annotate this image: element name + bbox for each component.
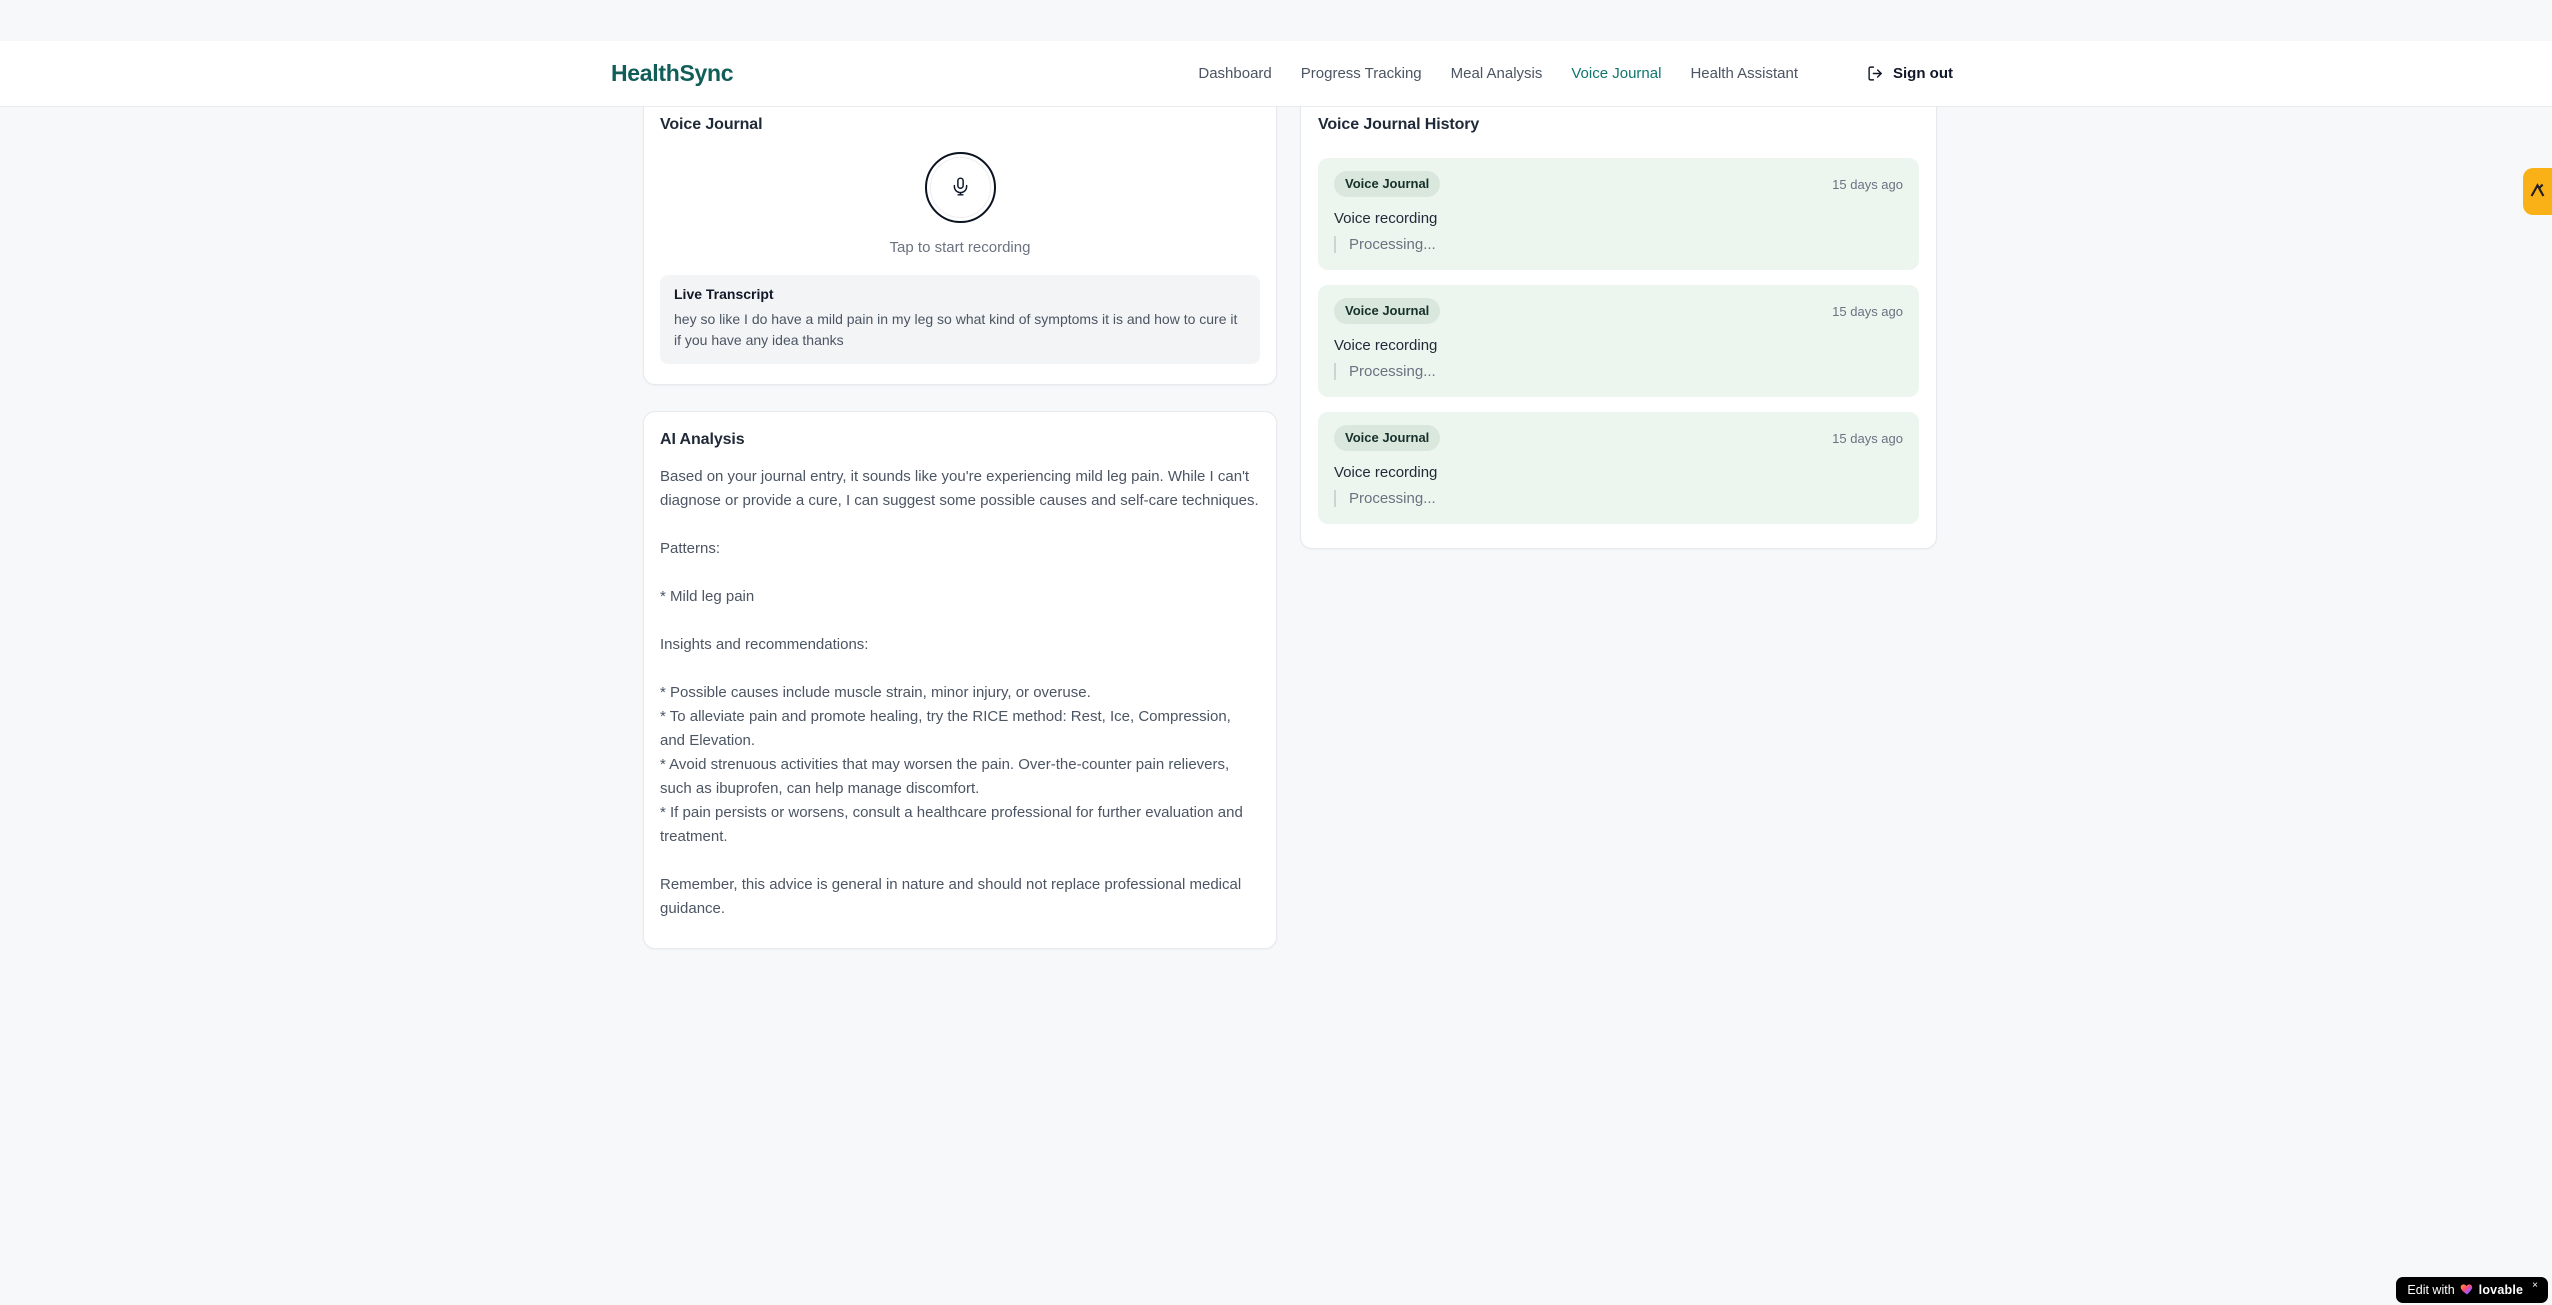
recorder-card-title: Voice Journal [660, 116, 763, 133]
ai-paragraph: Insights and recommendations: [660, 636, 869, 653]
recorder-card: Voice Journal Tap to start recording Liv… [643, 96, 1277, 385]
lovable-brand: lovable [2478, 1283, 2524, 1297]
history-item[interactable]: Voice Journal 15 days ago Voice recordin… [1318, 412, 1919, 524]
lovable-prefix: Edit with [2407, 1283, 2455, 1297]
history-item-badge: Voice Journal [1334, 298, 1441, 324]
recorder-area: Tap to start recording [660, 152, 1260, 256]
header-inner: HealthSync Dashboard Progress Tracking M… [0, 60, 2552, 87]
main-nav: Dashboard Progress Tracking Meal Analysi… [1198, 65, 1953, 82]
history-item-badge: Voice Journal [1334, 171, 1441, 197]
nav-progress-tracking[interactable]: Progress Tracking [1301, 65, 1422, 82]
microphone-icon [950, 175, 971, 201]
close-icon[interactable]: × [2532, 1281, 2538, 1291]
history-item-header: Voice Journal 15 days ago [1334, 425, 1903, 451]
live-transcript-text: hey so like I do have a mild pain in my … [674, 311, 1238, 348]
history-item-header: Voice Journal 15 days ago [1334, 171, 1903, 197]
app-header: HealthSync Dashboard Progress Tracking M… [0, 41, 2552, 107]
history-item[interactable]: Voice Journal 15 days ago Voice recordin… [1318, 285, 1919, 397]
ai-analysis-card: AI Analysis Based on your journal entry,… [643, 411, 1277, 949]
right-column: Voice Journal History Voice Journal 15 d… [1300, 96, 1937, 549]
history-item-time: 15 days ago [1832, 430, 1903, 446]
ai-paragraph: Patterns: [660, 540, 721, 557]
lovable-badge[interactable]: Edit with lovable × [2396, 1277, 2548, 1303]
record-button[interactable] [924, 152, 996, 223]
record-hint: Tap to start recording [889, 239, 1031, 256]
live-transcript-box: Live Transcript hey so like I do have a … [660, 275, 1260, 364]
history-card: Voice Journal History Voice Journal 15 d… [1300, 96, 1937, 549]
history-item-status: Processing... [1334, 490, 1903, 507]
ai-analysis-body: Based on your journal entry, it sounds l… [660, 465, 1260, 921]
ai-analysis-title: AI Analysis [660, 431, 745, 448]
history-item-status: Processing... [1334, 236, 1903, 253]
content-grid: Voice Journal Tap to start recording Liv… [643, 96, 1937, 949]
sign-out-button[interactable]: Sign out [1867, 65, 1953, 82]
logout-icon [1867, 65, 1884, 82]
live-transcript-title: Live Transcript [674, 286, 774, 302]
history-item-time: 15 days ago [1832, 303, 1903, 319]
ai-paragraph: * Mild leg pain [660, 588, 755, 605]
history-item-status: Processing... [1334, 363, 1903, 380]
ai-paragraph: Based on your journal entry, it sounds l… [660, 468, 1259, 509]
nav-meal-analysis[interactable]: Meal Analysis [1451, 65, 1543, 82]
history-item[interactable]: Voice Journal 15 days ago Voice recordin… [1318, 158, 1919, 270]
history-item-title: Voice recording [1334, 464, 1438, 481]
nav-dashboard[interactable]: Dashboard [1198, 65, 1271, 82]
ai-paragraph: * Possible causes include muscle strain,… [660, 684, 1243, 845]
brand-logo[interactable]: HealthSync [611, 60, 734, 87]
history-item-badge: Voice Journal [1334, 425, 1441, 451]
history-item-title: Voice recording [1334, 337, 1438, 354]
sign-out-label: Sign out [1893, 65, 1953, 82]
history-item-header: Voice Journal 15 days ago [1334, 298, 1903, 324]
nav-voice-journal[interactable]: Voice Journal [1571, 65, 1661, 82]
ai-paragraph: Remember, this advice is general in natu… [660, 876, 1242, 917]
side-tab-button[interactable] [2523, 168, 2552, 215]
left-column: Voice Journal Tap to start recording Liv… [643, 96, 1277, 949]
side-tab-logo-icon [2528, 181, 2547, 203]
heart-icon [2460, 1282, 2474, 1298]
nav-health-assistant[interactable]: Health Assistant [1690, 65, 1798, 82]
main-content: Voice Journal Voice Journal [643, 41, 1937, 949]
history-item-title: Voice recording [1334, 210, 1438, 227]
history-item-time: 15 days ago [1832, 176, 1903, 192]
history-card-title: Voice Journal History [1318, 116, 1480, 133]
